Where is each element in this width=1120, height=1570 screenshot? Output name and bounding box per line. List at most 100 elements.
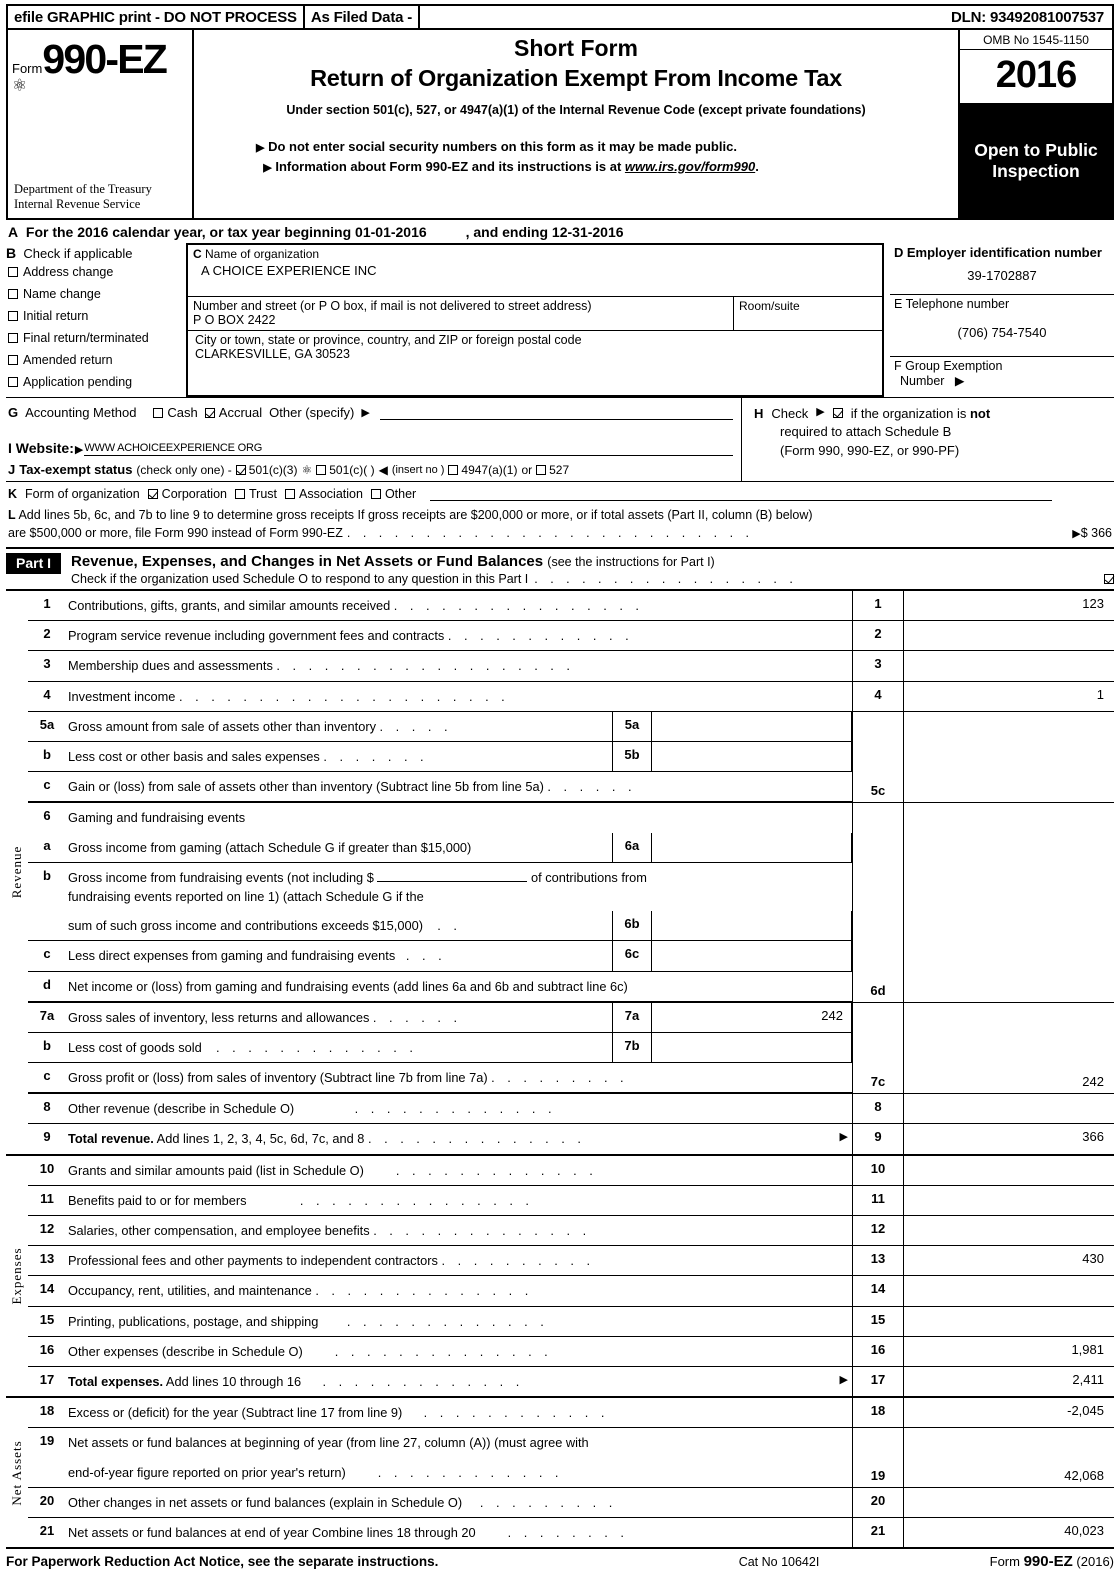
row-desc-text: Add lines 10 through 16 — [163, 1373, 302, 1389]
checkbox-cash[interactable]: Cash — [153, 405, 198, 420]
notice-info: ▶ Information about Form 990-EZ and its … — [256, 157, 958, 177]
inner-box-value-5b[interactable] — [652, 742, 852, 772]
row-amount[interactable]: 1,981 — [904, 1337, 1114, 1366]
row-desc-text: Other revenue (describe in Schedule O) — [68, 1101, 295, 1117]
row-code: 6d — [852, 803, 904, 1002]
other-specify-input[interactable] — [379, 406, 733, 420]
table-row: 14 Occupancy, rent, utilities, and maint… — [28, 1276, 1114, 1307]
checkbox-association[interactable]: Association — [285, 487, 363, 501]
inner-box-value-6c[interactable] — [652, 941, 852, 971]
checkbox-icon-cash[interactable] — [153, 407, 164, 418]
website-url[interactable]: WWW ACHOICEEXPERIENCE ORG — [84, 442, 733, 456]
checkbox-initial-return[interactable]: Initial return — [6, 309, 186, 323]
inner-box-label-5b: 5b — [612, 742, 652, 772]
row-amount[interactable]: 42,068 — [904, 1428, 1114, 1486]
irs-form990-link[interactable]: www.irs.gov/form990 — [625, 159, 755, 174]
group-number-row: Number ▶ — [894, 373, 1110, 388]
checkbox-icon-application-pending[interactable] — [8, 377, 18, 387]
row-amount[interactable]: 2,411 — [904, 1367, 1114, 1396]
row-amount[interactable] — [904, 1094, 1114, 1123]
section-b-checkboxes: B Check if applicable Address change Nam… — [6, 243, 186, 397]
checkbox-accrual[interactable]: Accrual — [204, 405, 262, 420]
checkbox-icon-schedule-o[interactable] — [1104, 574, 1114, 585]
revenue-rail-label: Revenue — [9, 846, 24, 899]
inner-box-value-6b[interactable] — [652, 911, 852, 941]
org-name-value[interactable]: A CHOICE EXPERIENCE INC — [193, 261, 877, 278]
row-amount[interactable]: 1 — [904, 682, 1114, 711]
row-amount[interactable]: 366 — [904, 1124, 1114, 1153]
checkbox-icon-501c-other[interactable] — [316, 464, 327, 475]
checkbox-icon-corporation[interactable] — [147, 489, 158, 499]
checkbox-final-return[interactable]: Final return/terminated — [6, 331, 186, 345]
checkbox-corporation[interactable]: Corporation — [147, 487, 227, 501]
row-code: 11 — [852, 1185, 904, 1215]
row-amount[interactable]: -2,045 — [904, 1398, 1114, 1427]
checkbox-527[interactable]: 527 — [536, 463, 569, 477]
label-corporation: Corporation — [161, 487, 227, 501]
row-amount[interactable] — [904, 1156, 1114, 1185]
city-value[interactable]: CLARKESVILLE, GA 30523 — [195, 347, 877, 361]
inner-box-value-5a[interactable] — [652, 711, 852, 741]
row-number: 8 — [43, 1099, 51, 1115]
row-amount[interactable]: 242 — [904, 1003, 1114, 1094]
line-7-left: 7a Gross sales of inventory, less return… — [28, 1002, 852, 1094]
row-description: Professional fees and other payments to … — [66, 1246, 852, 1275]
row-6b-line1-pre: Gross income from fundraising events (no… — [68, 869, 374, 885]
row-amount[interactable] — [904, 1216, 1114, 1245]
checkbox-501c3[interactable]: 501(c)(3) — [235, 462, 298, 477]
row-amount[interactable]: 123 — [904, 591, 1114, 620]
label-501c3: 501(c)(3) — [248, 462, 298, 477]
row-amount[interactable] — [904, 621, 1114, 650]
checkbox-trust[interactable]: Trust — [235, 487, 277, 501]
checkbox-icon-527[interactable] — [536, 464, 547, 475]
checkbox-amended-return[interactable]: Amended return — [6, 353, 186, 367]
row-amount[interactable] — [904, 712, 1114, 803]
checkbox-icon-schedule-b[interactable] — [832, 408, 843, 418]
row-amount[interactable]: 430 — [904, 1246, 1114, 1275]
checkbox-icon-trust[interactable] — [235, 489, 245, 499]
row-amount[interactable] — [904, 1307, 1114, 1336]
checkbox-icon-address-change[interactable] — [8, 267, 18, 277]
checkbox-icon-final-return[interactable] — [8, 333, 18, 343]
inner-box-value-6a[interactable] — [652, 832, 852, 862]
expenses-section: Expenses 10 Grants and similar amounts p… — [6, 1153, 1114, 1398]
checkbox-icon-initial-return[interactable] — [8, 311, 18, 321]
checkbox-501c-other[interactable]: 501(c)( ) — [316, 463, 375, 477]
row-amount[interactable]: 40,023 — [904, 1518, 1114, 1547]
checkbox-application-pending[interactable]: Application pending — [6, 375, 186, 389]
row-amount[interactable] — [904, 1276, 1114, 1305]
section-h-schedule-b: H Check ▶ if the organization is not req… — [742, 398, 1114, 481]
line-19-left: 19 Net assets or fund balances at beginn… — [28, 1428, 852, 1486]
checkbox-icon-name-change[interactable] — [8, 289, 18, 299]
row-description: Net assets or fund balances at beginning… — [68, 1435, 589, 1451]
checkbox-icon-4947a1[interactable] — [448, 464, 459, 475]
inner-box-value-7b[interactable] — [652, 1032, 852, 1063]
row-dots: . . . . . . . . . . . . . — [354, 1101, 557, 1117]
row-amount[interactable] — [904, 1488, 1114, 1517]
checkbox-address-change[interactable]: Address change — [6, 265, 186, 279]
checkbox-4947a1[interactable]: 4947(a)(1) — [448, 463, 517, 477]
phone-cell: E Telephone number (706) 754-7540 — [890, 295, 1114, 357]
org-name-label: Name of organization — [205, 247, 320, 261]
row-amount[interactable] — [904, 1186, 1114, 1215]
ein-value[interactable]: 39-1702887 — [894, 260, 1110, 285]
revenue-rail: Revenue — [6, 590, 28, 1155]
row-amount[interactable] — [904, 651, 1114, 680]
org-name-label-row: C Name of organization — [193, 247, 877, 261]
checkbox-icon-amended-return[interactable] — [8, 355, 18, 365]
form-990ez-page: efile GRAPHIC print - DO NOT PROCESS As … — [0, 0, 1120, 1570]
checkbox-icon-501c3[interactable] — [235, 464, 246, 475]
other-org-input[interactable] — [430, 488, 1052, 501]
checkbox-icon-accrual[interactable] — [204, 407, 215, 418]
checkbox-icon-association[interactable] — [285, 489, 296, 499]
row-amount[interactable] — [904, 803, 1114, 1001]
checkbox-other-org[interactable]: Other — [370, 487, 416, 501]
checkbox-name-change[interactable]: Name change — [6, 287, 186, 301]
phone-value[interactable]: (706) 754-7540 — [894, 311, 1110, 342]
checkbox-icon-other-org[interactable] — [370, 489, 381, 499]
inner-box-value-7a[interactable]: 242 — [652, 1002, 852, 1032]
part-i-title-note: (see the instructions for Part I) — [547, 555, 715, 570]
phone-label-row: E Telephone number — [894, 297, 1110, 311]
street-value[interactable]: P O BOX 2422 — [193, 313, 728, 327]
fundraising-contributions-input[interactable] — [377, 880, 528, 882]
